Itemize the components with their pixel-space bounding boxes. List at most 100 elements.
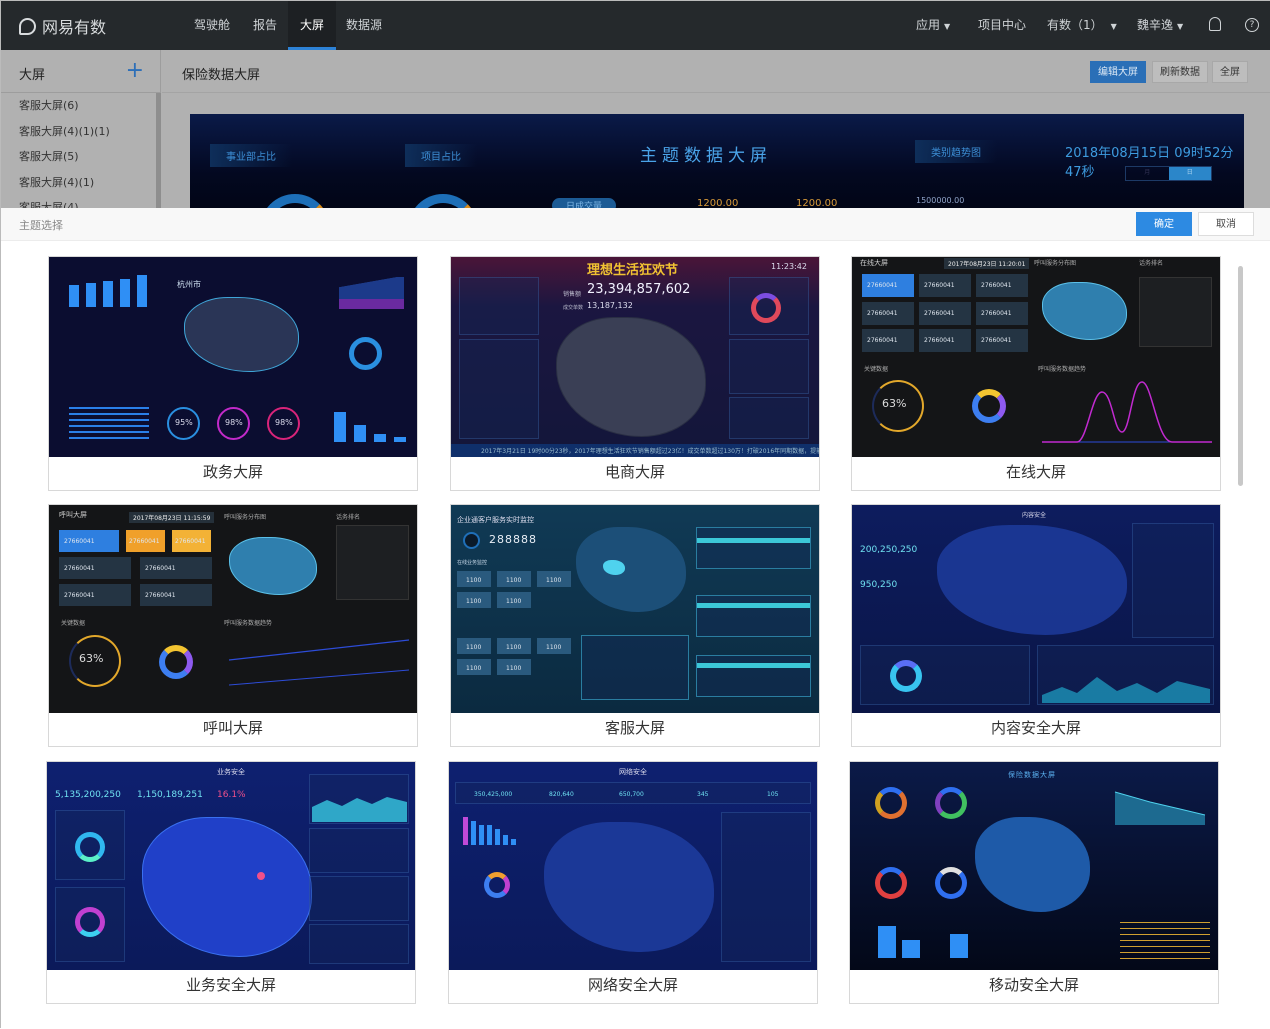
thumb-tile: 1100: [537, 571, 571, 587]
thumb-tile: 1100: [457, 638, 491, 654]
sidebar-header: 大屏 +: [1, 50, 160, 93]
sidebar-item[interactable]: 客服大屏(6): [1, 93, 160, 119]
thumb-tile: 27660041: [862, 329, 914, 352]
user-menu[interactable]: 魏辛逸 ▼: [1137, 1, 1183, 50]
theme-card-government[interactable]: 杭州市 95% 98% 98% 政务大屏: [48, 256, 418, 491]
thumb-value: 98%: [275, 418, 293, 427]
help-icon[interactable]: ?: [1245, 18, 1259, 32]
theme-card-mobile-security[interactable]: 保险数据大屏 移动安全大屏: [849, 761, 1219, 1004]
thumb-tile: 1100: [497, 659, 531, 675]
thumb-tile: 1100: [457, 659, 491, 675]
thumb-value: 350,425,000: [474, 791, 513, 798]
thumb-tile: 27660041: [172, 530, 211, 552]
add-screen-button[interactable]: +: [126, 58, 144, 83]
thumb-tile: 27660041: [919, 302, 971, 325]
sidebar-item[interactable]: 客服大屏(4)(1)(1): [1, 119, 160, 145]
preview-label: 类别趋势图: [915, 140, 997, 163]
thumb-value: 288888: [489, 533, 537, 546]
thumb-value: 16.1%: [217, 790, 246, 800]
theme-thumbnail: 网络安全 350,425,000 820,640 650,700 345 105: [449, 762, 817, 970]
brand-logo[interactable]: 网易有数: [19, 14, 106, 38]
toggle-month[interactable]: 月: [1126, 167, 1169, 180]
thumb-value: 13,187,132: [587, 301, 633, 310]
thumb-time: 2017年08月23日 11:20:01: [944, 258, 1030, 269]
nav-cockpit[interactable]: 驾驶舱: [186, 1, 238, 50]
sidebar-item[interactable]: 客服大屏(4): [1, 195, 160, 208]
thumb-tile: 27660041: [862, 274, 914, 297]
top-nav: 网易有数 驾驶舱 报告 大屏 数据源 应用 ▼ 项目中心 有数（1） ▼ 魏辛逸 ▼ …: [1, 1, 1270, 50]
thumb-tile: 1100: [457, 592, 491, 608]
trend-chart: [1042, 381, 1212, 443]
thumb-title: 保险数据大屏: [1008, 771, 1056, 779]
screen-preview: 事业部占比 项目占比 主题数据大屏 类别趋势图 2018年08月15日 09时5…: [190, 114, 1244, 208]
thumb-title: 理想生活狂欢节: [587, 263, 679, 278]
thumb-value: 98%: [225, 418, 243, 427]
confirm-button[interactable]: 确定: [1136, 212, 1192, 236]
toggle-day[interactable]: 日: [1168, 167, 1211, 180]
preview-label: 项目占比: [405, 144, 477, 167]
thumb-label: 呼叫服务数据趋势: [224, 620, 273, 627]
theme-name: 移动安全大屏: [988, 976, 1079, 994]
theme-card-business-security[interactable]: 业务安全 5,135,200,250 1,150,189,251 16.1% 业…: [46, 761, 416, 1004]
sidebar-item[interactable]: 客服大屏(5): [1, 144, 160, 170]
thumb-tile: 1100: [497, 592, 531, 608]
thumb-value: 200,250,250: [860, 545, 918, 555]
theme-thumbnail: 杭州市 95% 98% 98%: [49, 257, 417, 457]
nav-bigscreen[interactable]: 大屏: [288, 1, 337, 50]
thumb-value: 23,394,857,602: [587, 282, 691, 297]
thumb-label: 销售额: [563, 291, 582, 298]
theme-select-dialog: 主题选择 确定 取消 杭州市 95% 98% 98% 政务大屏 理想生活狂欢节 …: [1, 208, 1270, 1029]
theme-name: 内容安全大屏: [990, 719, 1081, 737]
thumb-tile: 27660041: [59, 584, 131, 606]
preview-label: 事业部占比: [210, 144, 292, 167]
refresh-data-button[interactable]: 刷新数据: [1152, 61, 1208, 83]
edit-screen-button[interactable]: 编辑大屏: [1090, 61, 1146, 83]
youshu-menu[interactable]: 有数（1） ▼: [1047, 1, 1117, 50]
thumb-title: 在线大屏: [860, 259, 888, 267]
caret-down-icon: ▼: [944, 22, 951, 31]
sidebar-scrollbar[interactable]: [156, 93, 161, 208]
nav-datasource[interactable]: 数据源: [338, 1, 390, 50]
theme-card-customer-service[interactable]: 企业通客户服务实时监控 288888 在线业务监控 1100 1100 1100…: [450, 504, 820, 747]
thumb-tile: 27660041: [919, 329, 971, 352]
thumb-value: 650,700: [619, 791, 644, 798]
caret-down-icon: ▼: [1177, 22, 1184, 31]
theme-thumbnail: 保险数据大屏: [850, 762, 1218, 970]
thumb-title: 企业通客户服务实时监控: [457, 516, 534, 524]
preview-value: 1200.00: [796, 198, 838, 208]
screen-title: 保险数据大屏: [182, 68, 261, 83]
page-backdrop: 大屏 + 客服大屏(6) 客服大屏(4)(1)(1) 客服大屏(5) 客服大屏(4…: [1, 50, 1270, 208]
cancel-button[interactable]: 取消: [1198, 212, 1254, 236]
thumb-label: 呼叫服务分布图: [1034, 260, 1077, 267]
theme-card-content-security[interactable]: 内容安全 200,250,250 950,250 内容安全大屏: [851, 504, 1221, 747]
thumb-tile: 1100: [537, 638, 571, 654]
theme-thumbnail: 企业通客户服务实时监控 288888 在线业务监控 1100 1100 1100…: [451, 505, 819, 713]
dialog-scrollbar[interactable]: [1238, 266, 1243, 486]
project-center-link[interactable]: 项目中心: [978, 1, 1026, 50]
thumb-clock: 11:23:42: [771, 262, 807, 271]
fullscreen-button[interactable]: 全屏: [1212, 61, 1248, 83]
apps-menu[interactable]: 应用 ▼: [916, 1, 950, 50]
thumb-value: 63%: [882, 397, 907, 410]
thumb-time: 2017年08月23日 11:15:59: [129, 512, 215, 523]
thumb-tile: 27660041: [140, 557, 212, 579]
theme-name: 政务大屏: [202, 463, 263, 481]
logo-icon: [19, 17, 36, 35]
preview-title: 主题数据大屏: [640, 146, 772, 166]
youshu-label: 有数（1）: [1047, 18, 1103, 32]
theme-name: 在线大屏: [1005, 463, 1066, 481]
thumb-tile: 27660041: [59, 530, 119, 552]
theme-card-call[interactable]: 呼叫大屏 2017年08月23日 11:15:59 呼叫服务分布图 话务排名 2…: [48, 504, 418, 747]
theme-card-online[interactable]: 在线大屏 2017年08月23日 11:20:01 呼叫服务分布图 话务排名 2…: [851, 256, 1221, 491]
month-day-toggle[interactable]: 月日: [1125, 166, 1212, 181]
nav-report[interactable]: 报告: [245, 1, 285, 50]
thumb-tile: 27660041: [919, 274, 971, 297]
theme-card-network-security[interactable]: 网络安全 350,425,000 820,640 650,700 345 105…: [448, 761, 818, 1004]
thumb-value: 820,640: [549, 791, 574, 798]
caret-down-icon: ▼: [1110, 22, 1117, 31]
theme-card-ecommerce[interactable]: 理想生活狂欢节 11:23:42 销售额 23,394,857,602 成交单数…: [450, 256, 820, 491]
thumb-tile: 27660041: [976, 274, 1028, 297]
sidebar-item[interactable]: 客服大屏(4)(1): [1, 170, 160, 196]
bell-icon[interactable]: [1209, 17, 1221, 31]
thumb-label: 话务排名: [336, 514, 361, 521]
